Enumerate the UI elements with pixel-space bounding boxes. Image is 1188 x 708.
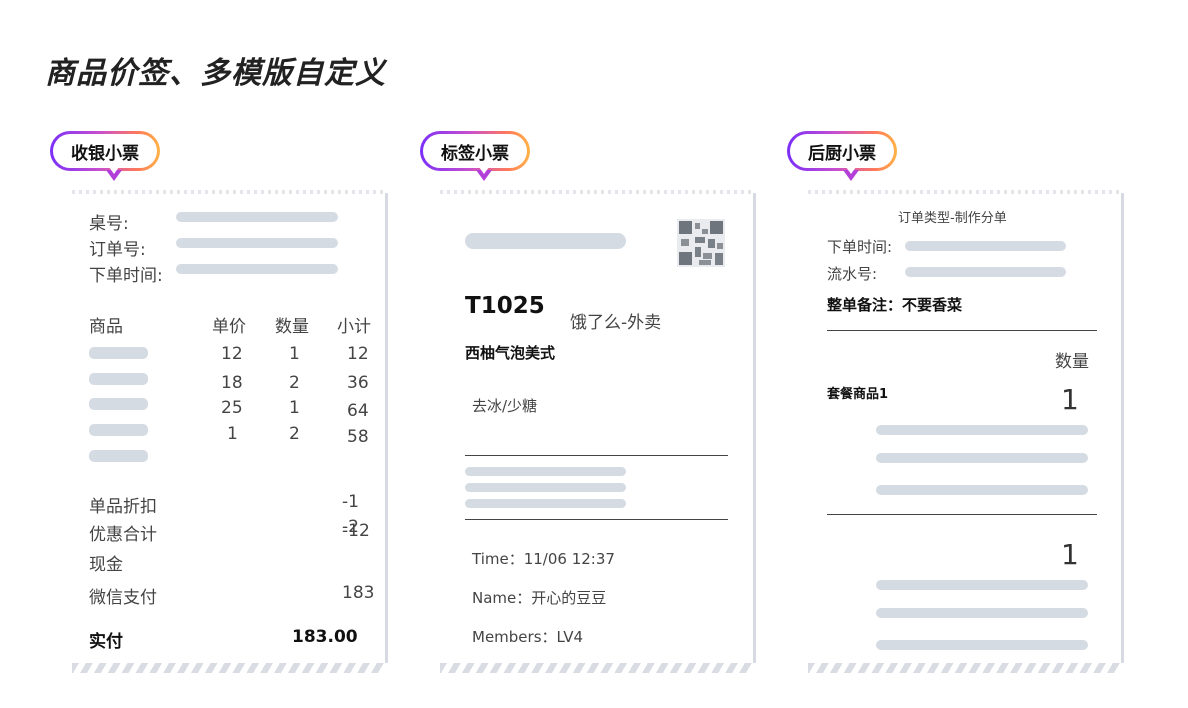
row-subtotal: 58	[347, 427, 369, 447]
kitchen-receipt: 订单类型-制作分单 下单时间: 流水号: 整单备注：不要香菜 数量 套餐商品1 …	[808, 190, 1124, 673]
discount-value: -1	[342, 492, 359, 512]
placeholder-bar	[876, 640, 1088, 650]
order-type-header: 订单类型-制作分单	[898, 211, 1007, 226]
receipt-top-edge	[72, 190, 385, 194]
row-qty: 2	[289, 373, 300, 393]
placeholder-bar	[876, 580, 1088, 590]
divider	[827, 514, 1097, 515]
row-price: 25	[221, 398, 243, 418]
column-subtotal: 小计	[337, 317, 371, 337]
placeholder-bar	[876, 485, 1088, 495]
receipt-tear-edge	[440, 663, 753, 673]
placeholder-bar	[176, 238, 338, 248]
badge-cashier-receipt: 收银小票	[50, 131, 160, 181]
label-receipt: T1025 饿了么-外卖 西柚气泡美式 去冰/少糖 Time：11/06 12:…	[440, 190, 756, 673]
divider	[465, 519, 728, 520]
placeholder-bar	[876, 453, 1088, 463]
placeholder-bar	[465, 233, 626, 249]
wechat-pay-value: 183	[342, 583, 375, 603]
product-name: 西柚气泡美式	[465, 344, 556, 362]
product-placeholder-bar	[89, 450, 148, 462]
placeholder-bar	[465, 483, 626, 492]
order-remark: 整单备注：不要香菜	[827, 296, 963, 314]
wechat-pay-label: 微信支付	[89, 588, 157, 608]
item-name: 套餐商品1	[827, 387, 889, 402]
receipt-tear-edge	[808, 663, 1121, 673]
row-subtotal: 64	[347, 401, 369, 421]
receipt-top-edge	[440, 190, 753, 194]
row-subtotal: 36	[347, 373, 369, 393]
field-order-time: 下单时间:	[827, 238, 893, 256]
paid-value: 183.00	[292, 627, 358, 647]
customer-name: Name：开心的豆豆	[472, 589, 607, 607]
item-quantity: 1	[1061, 383, 1079, 416]
promo-total-label: 优惠合计	[89, 525, 157, 545]
item-quantity: 1	[1061, 538, 1079, 571]
badge-pointer-icon	[843, 167, 859, 181]
product-placeholder-bar	[89, 424, 148, 436]
cashier-receipt: 桌号: 订单号: 下单时间: 商品 单价 数量 小计 12 1 12 18 2 …	[72, 190, 388, 673]
qr-code-icon	[677, 219, 725, 271]
column-quantity: 数量	[1055, 352, 1089, 372]
product-spec: 去冰/少糖	[472, 397, 538, 415]
row-price: 18	[221, 373, 243, 393]
badge-label-receipt: 标签小票	[420, 131, 530, 181]
badge-pointer-icon	[106, 167, 122, 181]
badge-cashier-label: 收银小票	[71, 143, 139, 164]
placeholder-bar	[176, 264, 338, 274]
placeholder-bar	[465, 467, 626, 476]
order-time: Time：11/06 12:37	[472, 550, 615, 568]
badge-kitchen-receipt: 后厨小票	[787, 131, 897, 181]
page-title: 商品价签、多模版自定义	[45, 56, 386, 91]
column-unit-price: 单价	[212, 317, 246, 337]
row-qty: 1	[289, 398, 300, 418]
member-level: Members：LV4	[472, 628, 584, 646]
promo-total-value-overlap: -12	[342, 521, 370, 541]
row-price: 1	[227, 424, 238, 444]
column-quantity: 数量	[275, 317, 309, 337]
field-serial-number: 流水号:	[827, 265, 878, 283]
placeholder-bar	[905, 241, 1066, 251]
receipt-top-edge	[808, 190, 1121, 194]
badge-label-label: 标签小票	[441, 143, 509, 164]
row-qty: 2	[289, 424, 300, 444]
paid-label: 实付	[89, 632, 123, 652]
placeholder-bar	[176, 212, 338, 222]
placeholder-bar	[876, 608, 1088, 618]
order-channel: 饿了么-外卖	[570, 313, 662, 333]
column-product: 商品	[89, 317, 123, 337]
row-price: 12	[221, 344, 243, 364]
placeholder-bar	[465, 499, 626, 508]
badge-kitchen-label: 后厨小票	[808, 143, 876, 164]
divider	[465, 455, 728, 456]
row-qty: 1	[289, 344, 300, 364]
field-table-number: 桌号:	[89, 214, 129, 234]
product-placeholder-bar	[89, 347, 148, 359]
cash-label: 现金	[89, 555, 123, 575]
row-subtotal: 12	[347, 344, 369, 364]
product-placeholder-bar	[89, 398, 148, 410]
placeholder-bar	[876, 425, 1088, 435]
field-order-number: 订单号:	[89, 240, 146, 260]
product-placeholder-bar	[89, 373, 148, 385]
placeholder-bar	[905, 267, 1066, 277]
badge-pointer-icon	[476, 167, 492, 181]
field-order-time: 下单时间:	[89, 266, 163, 286]
receipt-tear-edge	[72, 663, 385, 673]
divider	[827, 330, 1097, 331]
discount-label: 单品折扣	[89, 497, 157, 517]
order-code: T1025	[465, 293, 545, 319]
